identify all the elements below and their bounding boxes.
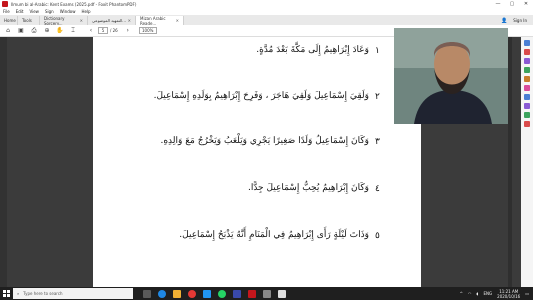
compare-icon[interactable] — [524, 112, 530, 118]
share-icon[interactable] — [524, 94, 530, 100]
windows-logo-icon — [2, 290, 10, 297]
tab-bar-right: 👤 Sign In — [501, 16, 533, 25]
network-icon[interactable]: ◠ — [468, 291, 472, 296]
tab-document-1-label: Dictionary Sorcery... — [44, 15, 65, 26]
app-icon[interactable] — [263, 289, 271, 298]
select-tool-icon[interactable]: ⌶ — [68, 26, 78, 36]
tab-bar: Home Tools Dictionary Sorcery... ✕ التمه… — [0, 15, 533, 26]
task-view-icon[interactable] — [143, 289, 151, 298]
taskbar-search[interactable]: ⌕ Type here to search — [13, 288, 133, 299]
close-icon[interactable]: ✕ — [176, 18, 179, 23]
close-icon[interactable]: ✕ — [128, 18, 131, 23]
right-tool-strip — [521, 37, 533, 287]
close-button[interactable]: ✕ — [519, 0, 533, 8]
next-page-icon[interactable]: › — [123, 26, 133, 36]
tab-document-2-label: التمهيد الموضوعي... — [92, 18, 126, 23]
save-icon[interactable]: ▣ — [16, 26, 26, 36]
search-placeholder: Type here to search — [23, 291, 63, 296]
tab-tools[interactable]: Tools — [18, 16, 40, 25]
document-line: وَعَادَ إِبْرَاهِيمُ إِلَى مَكَّةَ بَعْد… — [256, 45, 369, 55]
comment-icon[interactable] — [524, 40, 530, 46]
zoom-icon[interactable]: ⊕ — [42, 26, 52, 36]
menu-sign[interactable]: Sign — [45, 9, 54, 14]
taskbar-apps — [143, 287, 286, 300]
organize-icon[interactable] — [524, 58, 530, 64]
menu-edit[interactable]: Edit — [16, 9, 24, 14]
tab-document-2[interactable]: التمهيد الموضوعي... ✕ — [88, 16, 136, 25]
fill-icon[interactable] — [524, 103, 530, 109]
clock[interactable]: 11:21 AM 2020/10/16 — [497, 289, 520, 299]
edge-icon[interactable] — [158, 289, 166, 298]
foxit-logo-icon — [2, 1, 8, 7]
tab-document-3[interactable]: Mizan Arabic Reade... ✕ — [136, 15, 184, 26]
tab-document-1[interactable]: Dictionary Sorcery... ✕ — [40, 15, 88, 26]
document-line: وَذَاتَ لَيْلَةٍ رَأَى إِبْرَاهِيمُ فِي … — [179, 230, 369, 240]
vertical-scrollbar[interactable] — [508, 37, 512, 287]
zoom-app-icon[interactable] — [203, 289, 211, 298]
foxit-window: Ilmum bi al-Arabic: Kent Exams (2025.pdf… — [0, 0, 533, 300]
edit-icon[interactable] — [524, 76, 530, 82]
chrome-icon[interactable] — [188, 289, 196, 298]
page-number-input[interactable]: 5 — [98, 27, 108, 34]
export-icon[interactable] — [524, 67, 530, 73]
system-tray: ^ ◠ ◖ ENG 11:21 AM 2020/10/16 ▭ — [460, 289, 533, 299]
zoom-level-select[interactable]: 100% — [138, 27, 157, 34]
whatsapp-icon[interactable] — [218, 289, 226, 298]
more-tools-icon[interactable] — [524, 121, 530, 127]
language-indicator[interactable]: ENG — [484, 291, 493, 296]
title-bar: Ilmum bi al-Arabic: Kent Exams (2025.pdf… — [0, 0, 533, 8]
start-button[interactable] — [0, 287, 12, 300]
sign-in-link[interactable]: Sign In — [513, 18, 527, 23]
line-number: ٢ — [375, 92, 380, 102]
tab-tools-label: Tools — [22, 18, 32, 23]
menu-help[interactable]: Help — [81, 9, 90, 14]
menu-bar: File Edit View Sign Window Help — [0, 8, 533, 15]
app-icon[interactable] — [278, 289, 286, 298]
hand-tool-icon[interactable]: ✋ — [55, 26, 65, 36]
prev-page-icon[interactable]: ‹ — [86, 26, 96, 36]
user-icon[interactable]: 👤 — [501, 18, 507, 24]
webcam-overlay — [394, 28, 508, 124]
left-background — [0, 37, 93, 287]
tray-chevron-icon[interactable]: ^ — [460, 291, 463, 296]
line-number: ٤ — [375, 184, 380, 194]
clock-date: 2020/10/16 — [497, 293, 521, 299]
navigation-panel[interactable] — [0, 37, 7, 287]
minimize-button[interactable]: — — [491, 0, 505, 8]
close-icon[interactable]: ✕ — [80, 18, 83, 23]
protect-icon[interactable] — [524, 85, 530, 91]
line-number: ٥ — [375, 231, 380, 241]
windows-taskbar: ⌕ Type here to search ^ ◠ ◖ ENG 11:21 AM… — [0, 287, 533, 300]
print-icon[interactable]: ⎙ — [29, 26, 39, 36]
presenter-video — [394, 28, 508, 124]
pdf-sign-icon[interactable] — [524, 49, 530, 55]
file-explorer-icon[interactable] — [173, 289, 181, 298]
page-total: / 26 — [110, 28, 118, 33]
line-number: ٣ — [375, 137, 380, 147]
notifications-icon[interactable]: ▭ — [525, 291, 529, 296]
window-title: Ilmum bi al-Arabic: Kent Exams (2025.pdf… — [11, 1, 137, 7]
menu-file[interactable]: File — [3, 9, 10, 14]
search-icon: ⌕ — [17, 291, 20, 296]
line-number: ١ — [375, 46, 380, 56]
document-line: وَلَقِيَ إِسْمَاعِيلَ وَلَقِيَ هَاجَرَ ،… — [153, 91, 369, 101]
tab-home[interactable]: Home — [0, 16, 18, 25]
window-controls: — ▢ ✕ — [491, 0, 533, 8]
volume-icon[interactable]: ◖ — [476, 291, 478, 296]
menu-view[interactable]: View — [29, 9, 39, 14]
document-line: وَكَانَ إِبْرَاهِيمُ يُحِبُّ إِسْمَاعِيل… — [247, 183, 369, 193]
document-page: ١ وَعَادَ إِبْرَاهِيمُ إِلَى مَكَّةَ بَع… — [93, 37, 421, 287]
home-icon[interactable]: ⌂ — [3, 26, 13, 36]
page-navigator: ‹ 5 / 26 › — [83, 26, 133, 36]
menu-window[interactable]: Window — [60, 9, 76, 14]
tab-home-label: Home — [4, 18, 16, 23]
maximize-button[interactable]: ▢ — [505, 0, 519, 8]
tab-document-3-label: Mizan Arabic Reade... — [140, 15, 166, 26]
document-line: وَكَانَ إِسْمَاعِيلُ وَلَدًا صَغِيرًا يَ… — [160, 136, 369, 146]
app-icon[interactable] — [233, 289, 241, 298]
foxit-taskbar-icon[interactable] — [248, 289, 256, 298]
